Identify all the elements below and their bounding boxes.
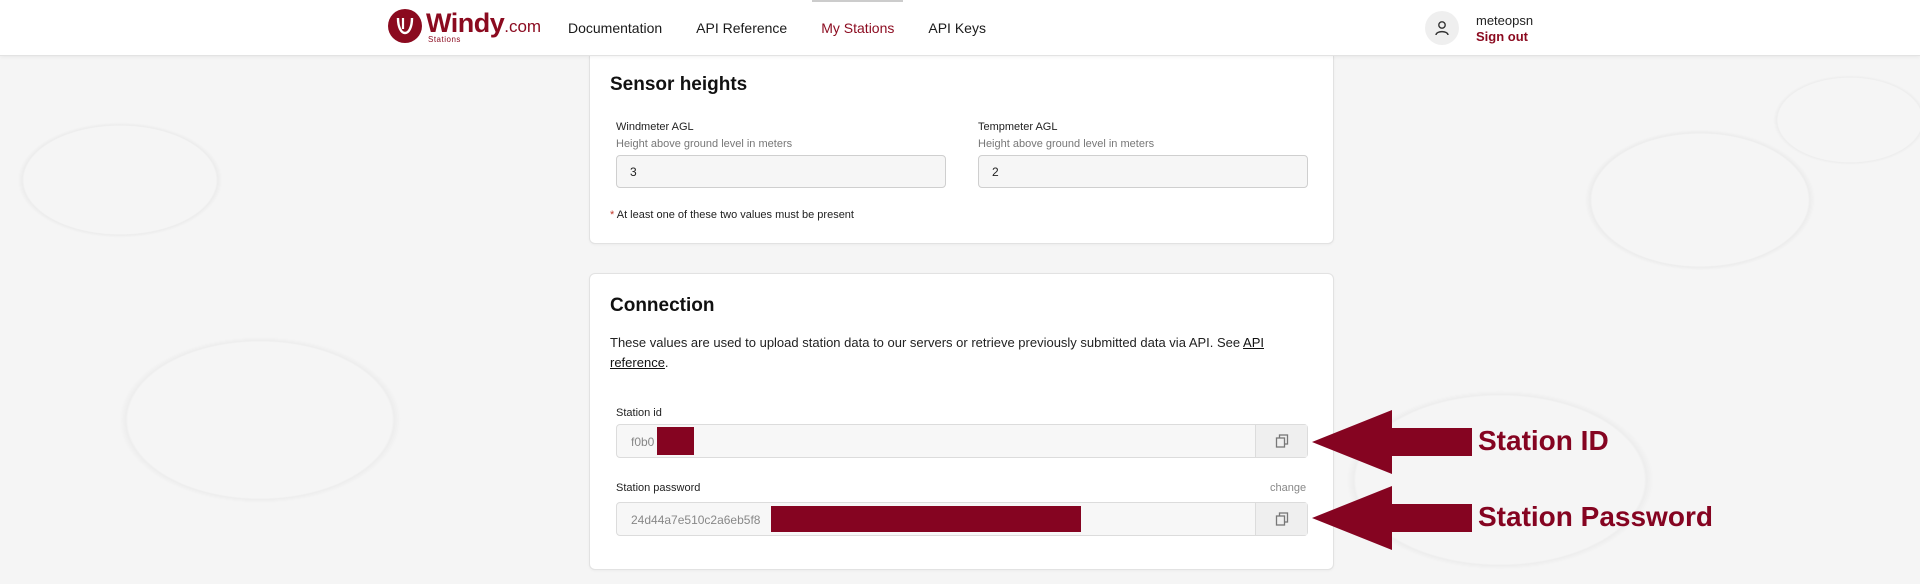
- connection-description: These values are used to upload station …: [610, 333, 1310, 373]
- windy-logo-icon: [388, 9, 422, 43]
- tempmeter-hint: Height above ground level in meters: [978, 138, 1155, 150]
- description-period: .: [664, 355, 669, 370]
- sensor-heights-card: Sensor heights Windmeter AGL Height abov…: [589, 44, 1334, 244]
- top-header: Windy.com Stations Documentation API Ref…: [0, 0, 1920, 56]
- windmeter-agl-input[interactable]: [616, 155, 946, 188]
- station-id-annotation: Station ID: [1478, 425, 1609, 456]
- connection-card: Connection These values are used to uplo…: [589, 273, 1334, 570]
- sensor-heights-title: Sensor heights: [610, 74, 748, 95]
- sign-out-link[interactable]: Sign out: [1476, 29, 1528, 44]
- required-note-text: At least one of these two values must be…: [616, 209, 854, 221]
- windmeter-hint: Height above ground level in meters: [616, 138, 793, 150]
- station-id-label: Station id: [616, 407, 662, 419]
- logo-subtitle: Stations: [428, 35, 461, 44]
- copy-icon: [1275, 512, 1288, 526]
- nav-api-keys[interactable]: API Keys: [928, 0, 986, 56]
- user-icon: [1435, 21, 1449, 36]
- logo-name: Windy: [426, 8, 505, 38]
- station-password-annotation: Station Password: [1478, 501, 1713, 532]
- nav-api-reference[interactable]: API Reference: [696, 0, 787, 56]
- required-note: * At least one of these two values must …: [610, 209, 854, 221]
- station-id-arrow: [1312, 410, 1472, 474]
- station-password-redaction: [771, 506, 1081, 532]
- tempmeter-agl-input[interactable]: [978, 155, 1308, 188]
- station-id-value: f0b0: [631, 435, 655, 449]
- nav-my-stations[interactable]: My Stations: [812, 0, 904, 56]
- station-password-field: 24d44a7e510c2a6eb5f8: [616, 502, 1308, 536]
- station-id-redaction: [657, 427, 694, 455]
- station-id-field: f0b0: [616, 424, 1308, 458]
- connection-description-text: These values are used to upload station …: [610, 335, 1244, 350]
- change-password-link[interactable]: change: [1270, 482, 1306, 494]
- main-nav: Documentation API Reference My Stations …: [568, 0, 1020, 56]
- copy-station-id-button[interactable]: [1255, 425, 1307, 457]
- user-avatar[interactable]: [1425, 11, 1459, 45]
- required-star: *: [610, 209, 615, 221]
- station-password-value: 24d44a7e510c2a6eb5f8: [631, 513, 761, 527]
- connection-title: Connection: [610, 295, 715, 316]
- windmeter-label: Windmeter AGL: [616, 121, 694, 133]
- station-password-label: Station password: [616, 482, 701, 494]
- username: meteopsn: [1476, 13, 1534, 28]
- windy-logo[interactable]: Windy.com Stations: [388, 8, 542, 44]
- copy-icon: [1275, 434, 1288, 448]
- copy-station-password-button[interactable]: [1255, 503, 1307, 535]
- logo-tld: .com: [504, 17, 542, 36]
- nav-documentation[interactable]: Documentation: [568, 0, 662, 56]
- station-password-arrow: [1312, 486, 1472, 550]
- tempmeter-label: Tempmeter AGL: [978, 121, 1058, 133]
